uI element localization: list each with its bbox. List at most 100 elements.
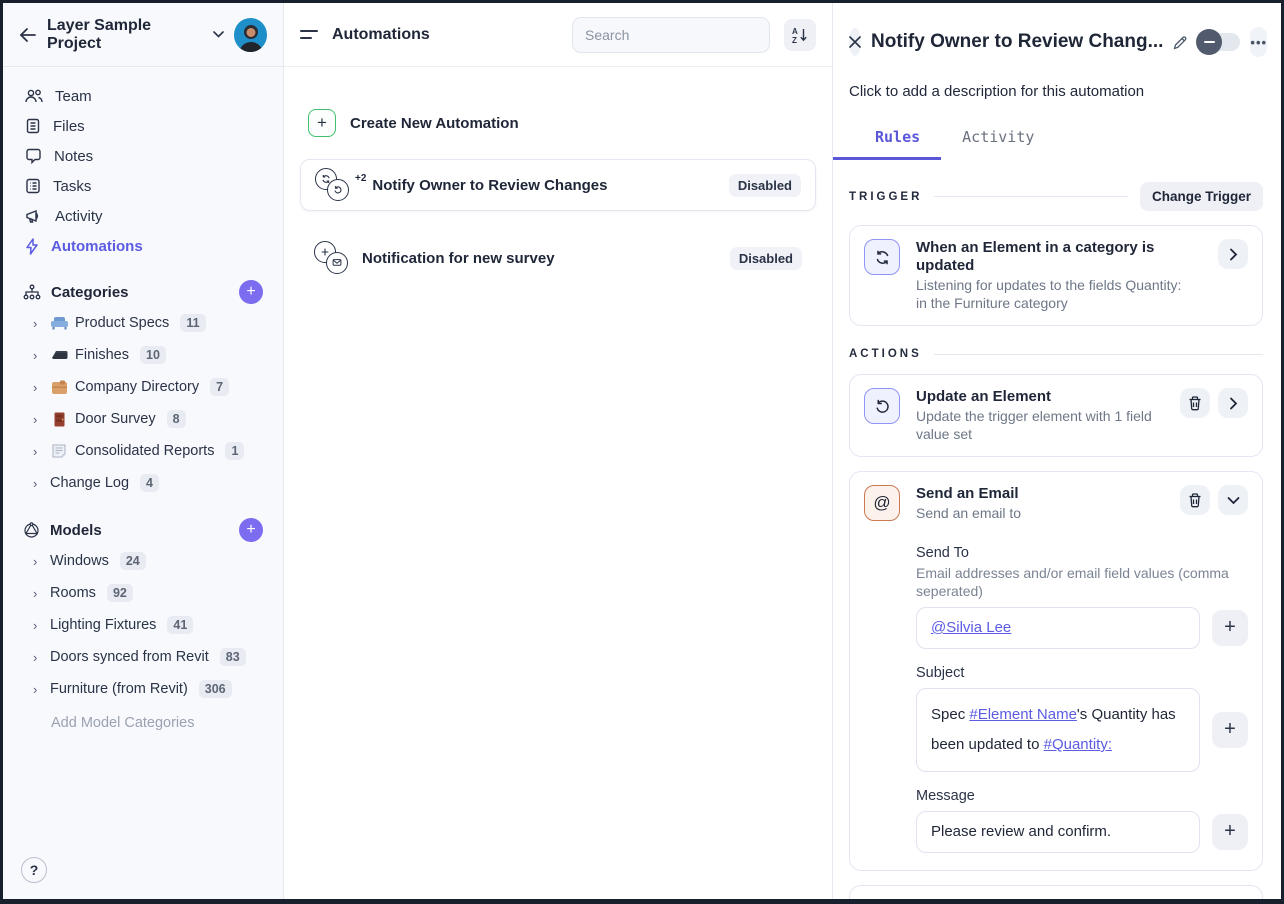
- model-rooms[interactable]: › Rooms 92: [3, 577, 283, 609]
- help-button[interactable]: ?: [21, 857, 47, 883]
- message-input[interactable]: Please review and confirm.: [916, 810, 1200, 853]
- model-label: Windows: [50, 553, 109, 569]
- sort-button[interactable]: AZ: [784, 18, 816, 51]
- sidebar-item-activity[interactable]: Activity: [3, 201, 283, 231]
- list-menu-icon[interactable]: [300, 30, 318, 39]
- action-expand-button[interactable]: [1218, 388, 1248, 418]
- actions-section-header: ACTIONS: [849, 348, 1263, 360]
- tab-activity[interactable]: Activity: [962, 128, 1034, 146]
- arrow-left-icon: [19, 27, 37, 43]
- field-token-quantity[interactable]: #Quantity:: [1044, 736, 1112, 753]
- field-token-element-name[interactable]: #Element Name: [969, 706, 1077, 723]
- notes-icon: [25, 148, 42, 164]
- message-label: Message: [916, 787, 975, 804]
- chevron-right-icon: ›: [33, 347, 38, 363]
- categories-label: Categories: [51, 283, 129, 301]
- automation-row-notify-owner[interactable]: +2 Notify Owner to Review Changes Disabl…: [300, 159, 816, 211]
- category-consolidated-reports[interactable]: › Consolidated Reports 1: [3, 435, 283, 467]
- category-finishes[interactable]: › Finishes 10: [3, 339, 283, 371]
- delete-action-button[interactable]: [1180, 388, 1210, 418]
- detail-header: Notify Owner to Review Chang... •••: [849, 27, 1268, 57]
- models-tree: › Windows 24 › Rooms 92 › Lighting Fixtu…: [3, 545, 283, 731]
- toggle-off-knob: [1196, 29, 1223, 55]
- add-model-categories-link[interactable]: Add Model Categories: [3, 705, 283, 731]
- change-trigger-button[interactable]: Change Trigger: [1139, 182, 1263, 211]
- more-options-button[interactable]: •••: [1250, 27, 1268, 57]
- send-to-input[interactable]: @Silvia Lee: [916, 606, 1200, 649]
- delete-action-button[interactable]: [1180, 485, 1210, 515]
- model-furniture[interactable]: › Furniture (from Revit) 306: [3, 673, 283, 705]
- trigger-expand-button[interactable]: [1218, 239, 1248, 269]
- svg-text:A: A: [792, 27, 798, 36]
- chevron-right-icon: [1229, 248, 1238, 261]
- model-count: 83: [219, 648, 246, 666]
- edit-title-button[interactable]: [1173, 35, 1188, 50]
- automation-name: Notification for new survey: [362, 249, 555, 267]
- sidebar-item-label: Activity: [55, 207, 103, 225]
- add-recipient-button[interactable]: +: [1212, 609, 1248, 646]
- action-card-update-element[interactable]: Update an Element Update the trigger ele…: [849, 374, 1263, 457]
- automation-title: Notify Owner to Review Chang...: [871, 31, 1164, 52]
- category-change-log[interactable]: › Change Log 4: [3, 467, 283, 499]
- sidebar-nav: Team Files Notes Tasks Activity Automati…: [3, 67, 283, 261]
- megaphone-icon: [25, 208, 43, 224]
- model-3d-icon: [23, 521, 40, 539]
- automation-steps-icon: [314, 241, 350, 275]
- mention-silvia-lee[interactable]: @Silvia Lee: [931, 619, 1011, 636]
- sidebar-item-team[interactable]: Team: [3, 81, 283, 111]
- action-title: Send an Email: [916, 485, 1019, 502]
- active-tab-underline: [833, 157, 941, 160]
- chevron-right-icon: ›: [33, 443, 38, 459]
- model-lighting-fixtures[interactable]: › Lighting Fixtures 41: [3, 609, 283, 641]
- list-panel-header: Automations AZ: [284, 3, 832, 67]
- action-subtitle: Send an email to: [916, 505, 1022, 521]
- search-input[interactable]: [572, 16, 770, 53]
- sidebar-item-tasks[interactable]: Tasks: [3, 171, 283, 201]
- models-label: Models: [50, 521, 102, 539]
- add-model-button[interactable]: +: [239, 518, 263, 542]
- close-icon: [849, 36, 861, 48]
- create-new-automation[interactable]: + Create New Automation: [300, 109, 816, 137]
- category-door-survey[interactable]: › Door Survey 8: [3, 403, 283, 435]
- category-label: Company Directory: [75, 379, 200, 395]
- user-avatar[interactable]: [233, 17, 267, 52]
- category-company-directory[interactable]: › Company Directory 7: [3, 371, 283, 403]
- sidebar: Layer Sample Project Team Files Notes Ta…: [3, 3, 284, 899]
- trigger-card[interactable]: When an Element in a category is updated…: [849, 225, 1263, 326]
- action-collapse-button[interactable]: [1218, 485, 1248, 515]
- status-badge: Disabled: [728, 173, 801, 197]
- category-product-specs[interactable]: › Product Specs 11: [3, 307, 283, 339]
- sidebar-item-files[interactable]: Files: [3, 111, 283, 141]
- model-windows[interactable]: › Windows 24: [3, 545, 283, 577]
- automation-enabled-toggle[interactable]: [1196, 29, 1241, 55]
- description-placeholder[interactable]: Click to add a description for this auto…: [849, 83, 1263, 100]
- add-category-button[interactable]: +: [239, 280, 263, 304]
- trigger-title: When an Element in a category is updated: [916, 239, 1155, 274]
- send-to-label: Send To: [916, 544, 969, 561]
- add-subject-token-button[interactable]: +: [1212, 711, 1248, 748]
- sidebar-item-automations[interactable]: Automations: [3, 231, 283, 261]
- at-sign-icon: @: [864, 485, 900, 521]
- automation-row-new-survey[interactable]: Notification for new survey Disabled: [300, 233, 816, 283]
- list-panel-title: Automations: [332, 25, 430, 43]
- automation-steps-icon: [315, 168, 351, 202]
- model-label: Doors synced from Revit: [50, 649, 209, 665]
- back-button[interactable]: [19, 27, 37, 43]
- tab-rules[interactable]: Rules: [875, 128, 920, 146]
- action-card-create-element[interactable]: + Create an Element Create an element in…: [849, 884, 1263, 899]
- project-selector[interactable]: Layer Sample Project: [47, 17, 224, 53]
- chevron-right-icon: ›: [33, 681, 38, 697]
- close-button[interactable]: [849, 28, 861, 56]
- chevron-right-icon: ›: [33, 475, 38, 491]
- subject-input[interactable]: Spec #Element Name's Quantity has been u…: [916, 687, 1200, 772]
- chevron-right-icon: ›: [33, 315, 38, 331]
- sidebar-item-notes[interactable]: Notes: [3, 141, 283, 171]
- trigger-subtitle: Listening for updates to the fields Quan…: [916, 277, 1182, 311]
- category-count: 1: [225, 442, 245, 460]
- sidebar-item-label: Team: [55, 87, 92, 105]
- add-message-token-button[interactable]: +: [1212, 813, 1248, 850]
- sync-icon: [864, 239, 900, 275]
- categories-tree: › Product Specs 11 › Finishes 10 › Compa…: [3, 307, 283, 499]
- model-doors-synced[interactable]: › Doors synced from Revit 83: [3, 641, 283, 673]
- category-label: Change Log: [50, 475, 130, 491]
